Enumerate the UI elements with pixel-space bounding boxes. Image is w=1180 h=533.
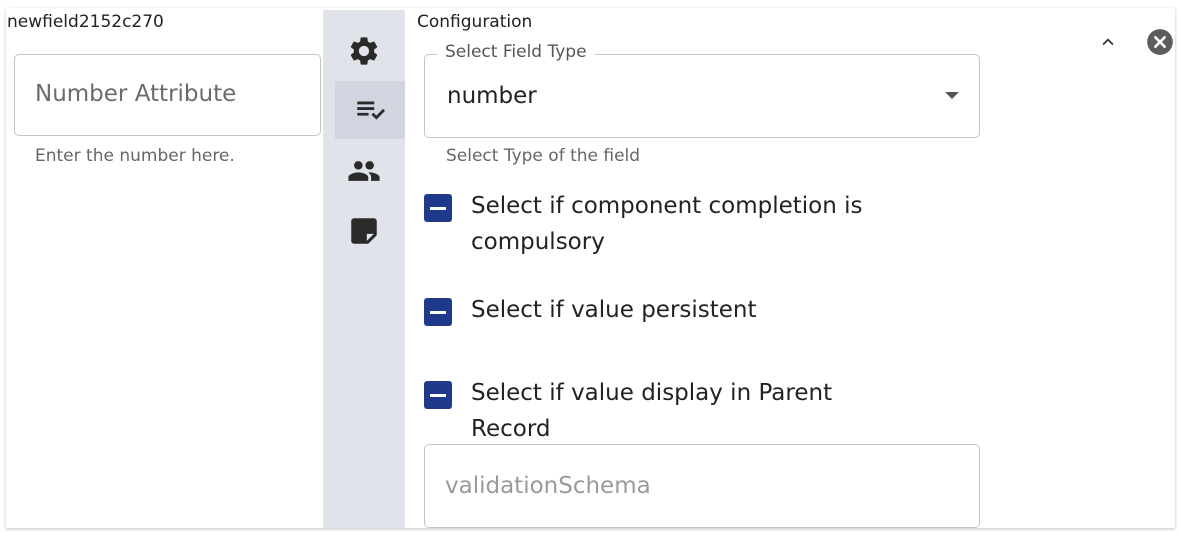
number-attribute-label: Number Attribute [35, 81, 237, 107]
people-icon [348, 161, 380, 181]
gear-icon [350, 37, 378, 65]
close-circle-icon [1147, 29, 1173, 55]
persistent-checkbox[interactable] [424, 298, 452, 326]
compulsory-checkbox[interactable] [424, 194, 452, 222]
field-type-value: number [447, 83, 537, 109]
list-check-icon [357, 101, 386, 120]
field-type-helper-text: Select Type of the field [446, 146, 641, 166]
field-name-label: newfield2152c270 [7, 12, 164, 32]
number-attribute-input[interactable]: Number Attribute [14, 54, 321, 136]
validation-tab-button[interactable] [335, 81, 405, 139]
validation-schema-placeholder: validationSchema [445, 473, 651, 499]
validation-schema-input[interactable]: validationSchema [424, 444, 980, 528]
collapse-button[interactable] [1094, 28, 1122, 56]
permissions-tab-button[interactable] [335, 142, 393, 200]
parent-display-label: Select if value display in Parent Record [471, 380, 833, 442]
field-type-select[interactable]: number [424, 54, 980, 138]
indeterminate-icon [430, 310, 446, 314]
config-side-rail [323, 10, 405, 528]
indeterminate-icon [430, 206, 446, 210]
close-button[interactable] [1146, 28, 1174, 56]
parent-display-checkbox[interactable] [424, 381, 452, 409]
checkbox-row-persistent[interactable]: Select if value persistent [424, 292, 911, 328]
settings-tab-button[interactable] [335, 22, 393, 80]
persistent-label: Select if value persistent [471, 297, 757, 323]
preview-helper-text: Enter the number here. [35, 146, 235, 166]
checkbox-row-parent-display[interactable]: Select if value display in Parent Record [424, 375, 911, 447]
compulsory-label: Select if component completion is compul… [471, 193, 863, 255]
dropdown-caret-icon [945, 92, 959, 99]
chevron-up-icon [1102, 38, 1114, 46]
configuration-title: Configuration [417, 12, 533, 32]
indeterminate-icon [430, 393, 446, 397]
notes-tab-button[interactable] [335, 202, 393, 260]
field-type-legend: Select Field Type [437, 42, 595, 62]
note-icon [351, 218, 377, 244]
checkbox-row-compulsory[interactable]: Select if component completion is compul… [424, 188, 911, 260]
